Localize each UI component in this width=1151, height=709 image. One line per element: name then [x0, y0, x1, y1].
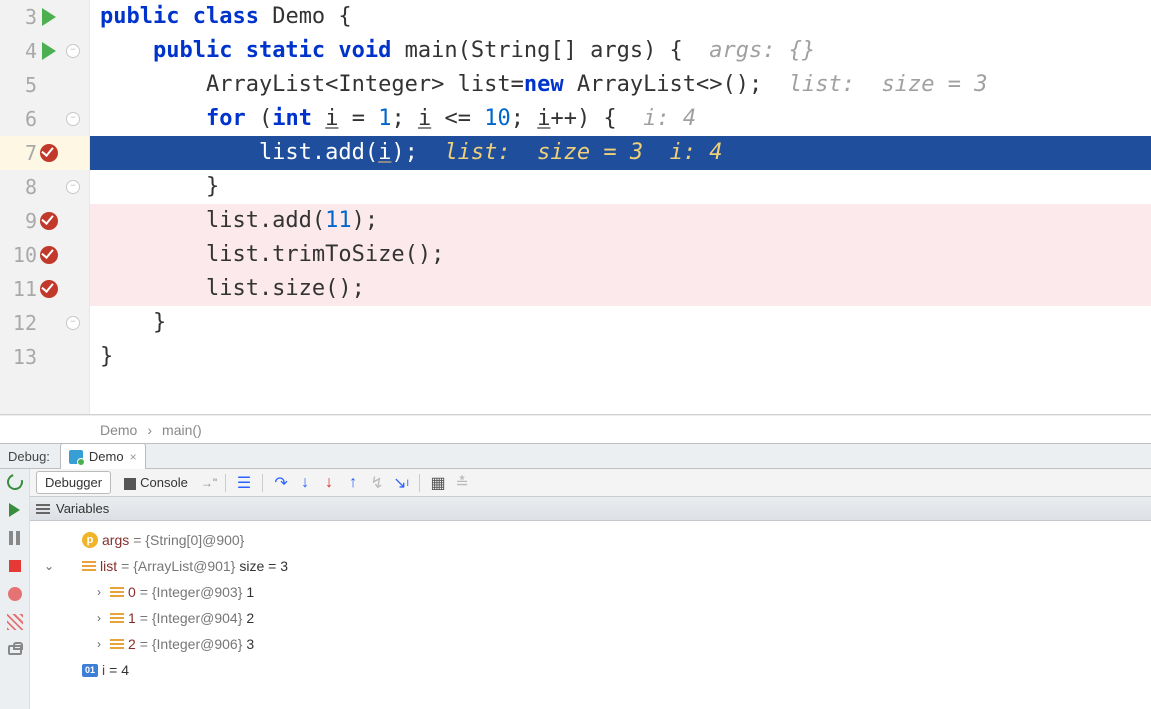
- variables-header[interactable]: Variables: [30, 497, 1151, 521]
- chevron-right-icon[interactable]: ›: [92, 611, 106, 625]
- breakpoint-icon[interactable]: [37, 144, 61, 162]
- camera-icon[interactable]: [6, 641, 24, 659]
- view-breakpoints-button[interactable]: [6, 585, 24, 603]
- chevron-right-icon[interactable]: ›: [92, 585, 106, 599]
- gutter-row[interactable]: 13: [0, 340, 89, 374]
- force-step-into-icon[interactable]: ↓: [319, 473, 339, 493]
- stop-button[interactable]: [6, 557, 24, 575]
- run-config-tab[interactable]: Demo ×: [60, 443, 146, 469]
- trace-icon[interactable]: ≛: [452, 473, 472, 493]
- field-icon: [110, 639, 124, 649]
- gutter-row[interactable]: 6 −: [0, 102, 89, 136]
- code-area[interactable]: public class Demo { public static void m…: [90, 0, 1151, 414]
- rerun-button[interactable]: [6, 473, 24, 491]
- step-out-icon[interactable]: ↑: [343, 473, 363, 493]
- run-icon[interactable]: [37, 42, 61, 60]
- fold-icon[interactable]: −: [61, 112, 85, 126]
- evaluate-expression-icon[interactable]: ▦: [428, 473, 448, 493]
- pause-button[interactable]: [6, 529, 24, 547]
- int-badge-icon: 01: [82, 664, 98, 677]
- variable-row[interactable]: › 1 = {Integer@904} 2: [34, 605, 1147, 631]
- debugger-tab[interactable]: Debugger: [36, 471, 111, 494]
- field-icon: [110, 613, 124, 623]
- drop-frame-icon[interactable]: ↯: [367, 473, 387, 493]
- chevron-right-icon[interactable]: ›: [92, 637, 106, 651]
- line-number: 3: [9, 5, 37, 29]
- mute-breakpoints-button[interactable]: [6, 613, 24, 631]
- breakpoint-icon[interactable]: [37, 212, 61, 230]
- variables-tree[interactable]: p args = {String[0]@900} ⌄ list = {Array…: [30, 521, 1151, 689]
- inline-hint: args: {}: [709, 38, 815, 63]
- variable-row[interactable]: › 2 = {Integer@906} 3: [34, 631, 1147, 657]
- gutter-row[interactable]: 7: [0, 136, 89, 170]
- breakpoint-icon[interactable]: [37, 280, 61, 298]
- editor-gutter: 3 4 − 5 6 − 7 8 − 9: [0, 0, 90, 414]
- debug-titlebar: Debug: Demo ×: [0, 443, 1151, 469]
- resume-button[interactable]: [6, 501, 24, 519]
- field-icon: [110, 587, 124, 597]
- debug-panel: Debugger Console →" ☰ ↷ ↓ ↓ ↑ ↯ ↘I ▦ ≛ V…: [0, 469, 1151, 709]
- frames-icon[interactable]: ☰: [234, 473, 254, 493]
- gutter-row[interactable]: 9: [0, 204, 89, 238]
- execution-line: list.add(i); list: size = 3 i: 4: [90, 136, 1151, 170]
- chevron-down-icon[interactable]: ⌄: [42, 559, 56, 573]
- fold-icon[interactable]: −: [61, 316, 85, 330]
- breadcrumb[interactable]: Demo›main(): [0, 415, 1151, 443]
- variable-row[interactable]: ⌄ list = {ArrayList@901} size = 3: [34, 553, 1147, 579]
- debug-label: Debug:: [0, 449, 58, 464]
- gutter-row[interactable]: 11: [0, 272, 89, 306]
- console-tab[interactable]: Console: [115, 471, 197, 494]
- run-to-cursor-icon[interactable]: ↘I: [391, 473, 411, 493]
- line-number: 4: [9, 39, 37, 63]
- line-number: 10: [9, 243, 37, 267]
- line-number: 7: [9, 141, 37, 165]
- line-number: 11: [9, 277, 37, 301]
- settings-icon[interactable]: →": [201, 476, 217, 490]
- line-number: 8: [9, 175, 37, 199]
- close-icon[interactable]: ×: [130, 450, 137, 464]
- gutter-row[interactable]: 8 −: [0, 170, 89, 204]
- console-icon: [124, 478, 136, 490]
- debug-side-toolbar: [0, 469, 30, 709]
- inline-hint: list: size = 3: [789, 72, 988, 97]
- gutter-row[interactable]: 3: [0, 0, 89, 34]
- line-number: 6: [9, 107, 37, 131]
- run-icon[interactable]: [37, 8, 61, 26]
- line-number: 5: [9, 73, 37, 97]
- gutter-row[interactable]: 12 −: [0, 306, 89, 340]
- line-number: 13: [9, 345, 37, 369]
- fold-icon[interactable]: −: [61, 44, 85, 58]
- breakpoint-icon[interactable]: [37, 246, 61, 264]
- step-into-icon[interactable]: ↓: [295, 473, 315, 493]
- gutter-row[interactable]: 4 −: [0, 34, 89, 68]
- gutter-row[interactable]: 5: [0, 68, 89, 102]
- inline-hint: i: 4: [643, 106, 696, 131]
- line-number: 12: [9, 311, 37, 335]
- fold-icon[interactable]: −: [61, 180, 85, 194]
- variable-row[interactable]: 01 i = 4: [34, 657, 1147, 683]
- code-editor: 3 4 − 5 6 − 7 8 − 9: [0, 0, 1151, 415]
- list-icon: [36, 502, 50, 516]
- field-icon: [82, 561, 96, 571]
- variable-row[interactable]: p args = {String[0]@900}: [34, 527, 1147, 553]
- application-icon: [69, 450, 83, 464]
- debug-toolbar: Debugger Console →" ☰ ↷ ↓ ↓ ↑ ↯ ↘I ▦ ≛: [30, 469, 1151, 497]
- step-over-icon[interactable]: ↷: [271, 473, 291, 493]
- gutter-row[interactable]: 10: [0, 238, 89, 272]
- line-number: 9: [9, 209, 37, 233]
- param-badge-icon: p: [82, 532, 98, 548]
- variable-row[interactable]: › 0 = {Integer@903} 1: [34, 579, 1147, 605]
